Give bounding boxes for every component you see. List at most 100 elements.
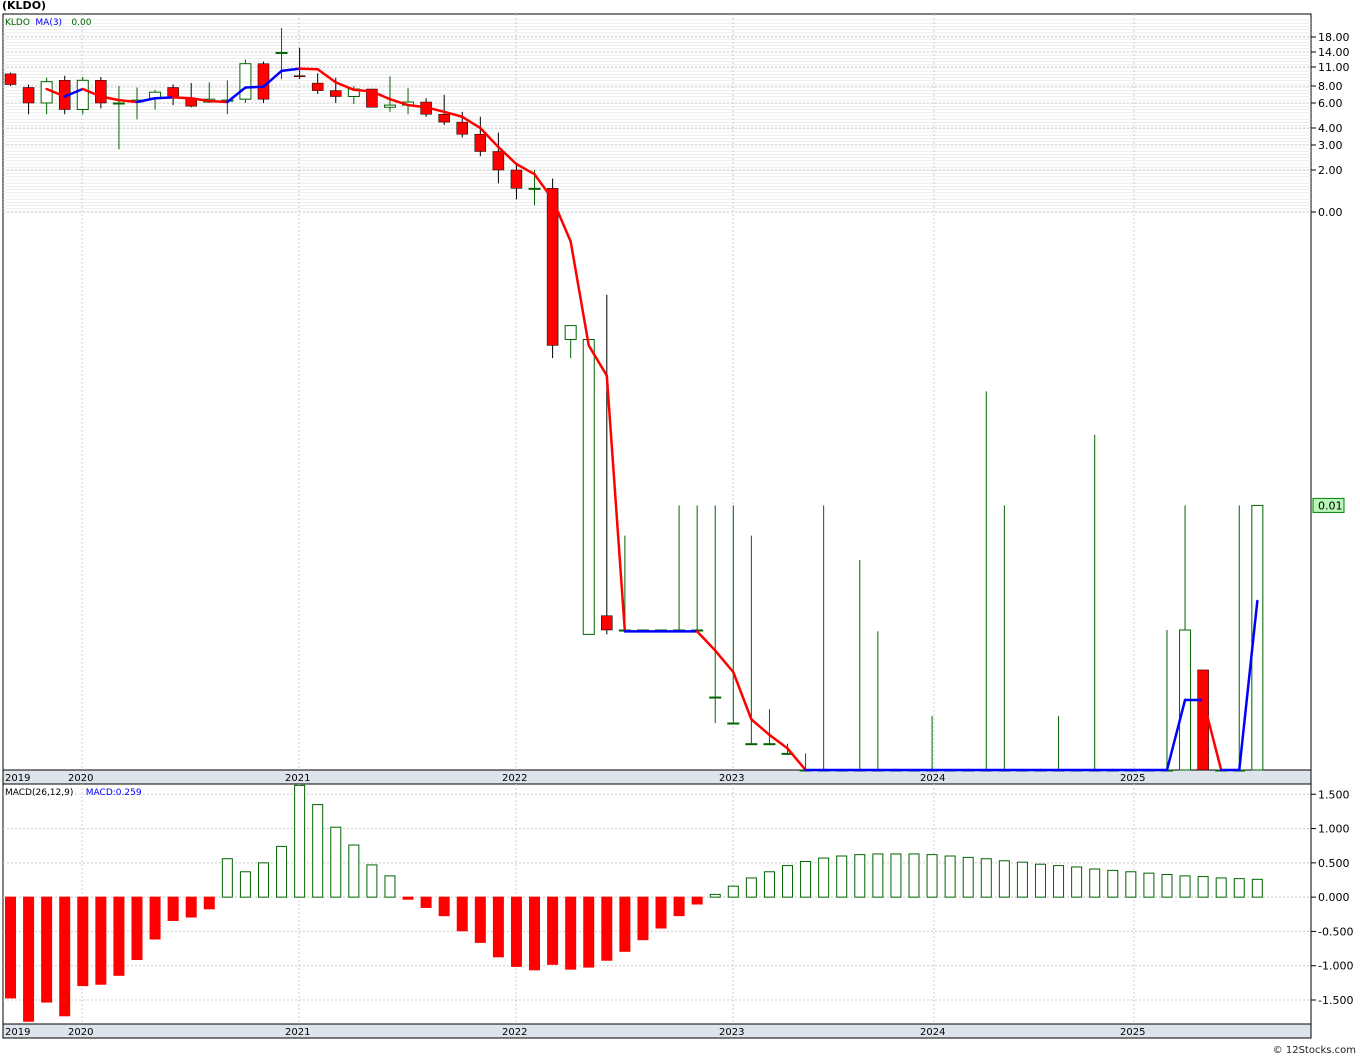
macd-bar [77, 896, 89, 987]
macd-bar [1071, 866, 1083, 898]
date-tick-label: 2024 [920, 1027, 945, 1038]
macd-bar [420, 896, 432, 908]
macd-bar [926, 854, 938, 898]
macd-bar [547, 896, 559, 965]
macd-bar [492, 896, 504, 958]
ma3-segment [208, 99, 229, 104]
macd-tick-label: 1.500 [1318, 788, 1350, 801]
date-band-lower [2, 1023, 1312, 1039]
footer-band [0, 1040, 1360, 1056]
macd-bar [276, 845, 288, 898]
macd-bar [763, 871, 775, 898]
macd-bar [998, 860, 1010, 898]
macd-bar [167, 896, 179, 921]
chart-canvas: 18.00 14.00 11.00 8.00 6.00 4.00 3.00 2.00 0.00 K… [0, 13, 1360, 1056]
macd-bar [745, 877, 757, 898]
candle-body [709, 696, 722, 699]
macd-bar [59, 896, 71, 1017]
macd-bar [962, 856, 974, 898]
ma3-segment [171, 96, 193, 100]
candle-body [95, 80, 107, 104]
candle-body [601, 615, 613, 631]
candle-body [40, 81, 53, 104]
candle-body [582, 338, 595, 635]
macd-bar [854, 854, 866, 898]
date-tick-label: 2020 [68, 773, 93, 784]
date-tick-label: 2021 [285, 773, 310, 784]
macd-tick-label: -0.500 [1318, 925, 1353, 938]
credit-text: © 12Stocks.com [1272, 1045, 1356, 1056]
price-tick-label: 3.00 [1318, 139, 1343, 152]
macd-bar [330, 826, 342, 898]
date-tick-label: 2021 [285, 1027, 310, 1038]
candle-body [330, 90, 342, 97]
macd-bar [601, 896, 613, 961]
candle-body [383, 104, 396, 108]
date-tick-label: 2025 [1120, 773, 1145, 784]
price-legend-item: MA(3) [35, 18, 62, 28]
macd-bar [384, 875, 396, 898]
macd-legend-item: MACD:0.259 [86, 788, 142, 798]
candle-body [438, 113, 450, 123]
price-panel [2, 13, 1312, 771]
ma3-segment [352, 88, 374, 93]
macd-bar [1215, 877, 1227, 898]
ma3-segment [298, 67, 319, 71]
candle-body [727, 722, 740, 725]
price-tick-label: 14.00 [1318, 46, 1350, 59]
macd-bar [221, 858, 233, 898]
macd-bar [1107, 869, 1119, 898]
macd-legend-item: MACD(26,12,9) [5, 788, 73, 798]
price-tick-label: 4.00 [1318, 122, 1343, 135]
macd-bar [1034, 863, 1046, 898]
macd-bar [673, 896, 685, 917]
macd-bar [1179, 875, 1191, 898]
macd-tick-label: -1.500 [1318, 994, 1353, 1007]
candle-body [4, 73, 17, 85]
candle-body [275, 51, 288, 54]
candle-body [510, 169, 523, 189]
candle-body [546, 188, 559, 346]
macd-bar [529, 896, 541, 971]
macd-bar [836, 855, 848, 898]
macd-bar [890, 853, 902, 898]
date-tick-label: 2019 [5, 1027, 30, 1038]
macd-bar [1089, 868, 1101, 898]
price-tick-label: 6.00 [1318, 97, 1343, 110]
candle-body [474, 133, 487, 152]
macd-bar [655, 896, 667, 929]
macd-bar [456, 896, 468, 932]
macd-bar [637, 896, 649, 941]
macd-bar [1233, 878, 1245, 898]
macd-bar [1143, 872, 1155, 898]
candle-body [76, 79, 89, 110]
price-tick-label: 2.00 [1318, 164, 1343, 177]
candle-body [528, 187, 541, 190]
ma3-segment [153, 96, 175, 100]
candle-body [311, 82, 324, 91]
ma3-segment [244, 85, 265, 89]
macd-bar [944, 855, 956, 898]
price-gridlines [3, 19, 1316, 213]
macd-bar [203, 896, 215, 910]
last-price-label: 0.01 [1318, 499, 1343, 512]
macd-bar [1161, 874, 1173, 898]
candle-body [745, 743, 758, 746]
macd-bar [95, 896, 107, 985]
date-tick-label: 2023 [719, 773, 744, 784]
date-tick-label: 2022 [502, 1027, 527, 1038]
macd-bar [691, 896, 703, 905]
price-tick-label: 11.00 [1318, 61, 1350, 74]
macd-bar [1016, 861, 1028, 898]
price-tick-label: 0.00 [1318, 206, 1343, 219]
macd-bar [149, 896, 161, 940]
date-tick-label: 2025 [1120, 1027, 1145, 1038]
macd-bar [727, 885, 739, 898]
macd-tick-label: 0.500 [1318, 857, 1350, 870]
macd-bar [131, 896, 143, 961]
macd-bar [709, 893, 721, 898]
date-tick-label: 2023 [719, 1027, 744, 1038]
macd-bar [239, 871, 251, 898]
macd-bar [402, 896, 414, 900]
candle-body [22, 87, 35, 104]
